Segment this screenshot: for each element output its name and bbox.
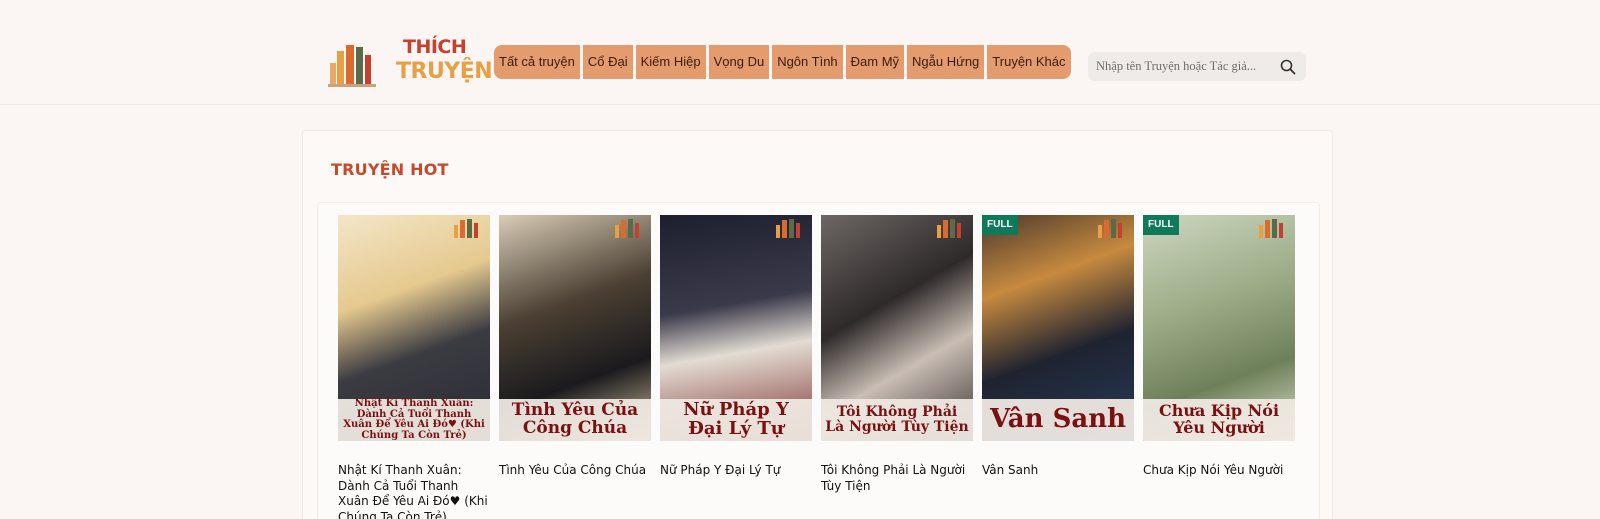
story-title[interactable]: Chưa Kịp Nói Yêu Người	[1143, 463, 1295, 479]
site-logo[interactable]: THÍCH TRUYỆN	[328, 35, 493, 93]
story-card[interactable]: Nhật Kí Thanh Xuân: Dành Cả Tuổi Thanh X…	[338, 215, 490, 519]
story-card[interactable]: FULL Chưa Kịp Nói Yêu Người Chưa Kịp Nói…	[1143, 215, 1295, 479]
story-card[interactable]: FULL Vân Sanh Vân Sanh	[982, 215, 1134, 479]
cover-title: Chưa Kịp Nói Yêu Người	[1143, 399, 1295, 441]
hot-stories-panel: TRUYỆN HOT Nhật Kí Thanh Xuân: Dành Cả T…	[302, 130, 1333, 519]
story-card[interactable]: Nữ Pháp Y Đại Lý Tự Nữ Pháp Y Đại Lý Tự	[660, 215, 812, 479]
cover-title: Nữ Pháp Y Đại Lý Tự	[660, 399, 812, 441]
search-input[interactable]	[1096, 52, 1276, 81]
site-header: THÍCH TRUYỆN Tất cả truyện Cổ Đại Kiếm H…	[0, 0, 1600, 105]
nav-ngau-hung[interactable]: Ngẫu Hứng	[907, 45, 985, 79]
book-stack-icon	[1098, 219, 1122, 238]
story-card[interactable]: Tôi Không Phải Là Người Tùy Tiện Tôi Khô…	[821, 215, 973, 494]
nav-kiem-hiep[interactable]: Kiếm Hiệp	[635, 45, 706, 79]
story-title[interactable]: Vân Sanh	[982, 463, 1134, 479]
search-box	[1088, 52, 1306, 81]
story-cover[interactable]: Tình Yêu Của Công Chúa	[499, 215, 651, 441]
section-title: TRUYỆN HOT	[331, 160, 449, 179]
story-cover[interactable]: Tôi Không Phải Là Người Tùy Tiện	[821, 215, 973, 441]
story-title[interactable]: Tôi Không Phải Là Người Tùy Tiện	[821, 463, 973, 494]
logo-text-line1: THÍCH	[403, 36, 467, 58]
story-title[interactable]: Nhật Kí Thanh Xuân: Dành Cả Tuổi Thanh X…	[338, 463, 490, 519]
story-card[interactable]: Tình Yêu Của Công Chúa Tình Yêu Của Công…	[499, 215, 651, 479]
story-cover[interactable]: Nhật Kí Thanh Xuân: Dành Cả Tuổi Thanh X…	[338, 215, 490, 441]
hot-stories-list: Nhật Kí Thanh Xuân: Dành Cả Tuổi Thanh X…	[317, 202, 1320, 519]
cover-title: Vân Sanh	[982, 399, 1134, 441]
nav-ngon-tinh[interactable]: Ngôn Tình	[772, 45, 843, 79]
book-stack-icon	[937, 219, 961, 238]
full-badge: FULL	[1143, 215, 1179, 235]
story-cover[interactable]: FULL Vân Sanh	[982, 215, 1134, 441]
main-nav: Tất cả truyện Cổ Đại Kiếm Hiệp Vọng Du N…	[494, 45, 1071, 79]
book-stack-icon	[328, 45, 376, 87]
book-stack-icon	[1259, 219, 1283, 238]
nav-co-dai[interactable]: Cổ Đại	[582, 45, 633, 79]
cover-title: Tình Yêu Của Công Chúa	[499, 399, 651, 441]
cover-title: Tôi Không Phải Là Người Tùy Tiện	[821, 399, 973, 441]
nav-truyen-khac[interactable]: Truyện Khác	[987, 45, 1071, 79]
book-stack-icon	[454, 219, 478, 238]
book-stack-icon	[776, 219, 800, 238]
logo-text-line2: TRUYỆN	[396, 59, 493, 84]
book-stack-icon	[615, 219, 639, 238]
nav-vong-du[interactable]: Vọng Du	[708, 45, 770, 79]
nav-dam-my[interactable]: Đam Mỹ	[845, 45, 905, 79]
story-title[interactable]: Nữ Pháp Y Đại Lý Tự	[660, 463, 812, 479]
story-cover[interactable]: Nữ Pháp Y Đại Lý Tự	[660, 215, 812, 441]
cover-title: Nhật Kí Thanh Xuân: Dành Cả Tuổi Thanh X…	[338, 398, 490, 441]
full-badge: FULL	[982, 215, 1018, 235]
nav-all-stories[interactable]: Tất cả truyện	[494, 45, 580, 79]
story-cover[interactable]: FULL Chưa Kịp Nói Yêu Người	[1143, 215, 1295, 441]
story-title[interactable]: Tình Yêu Của Công Chúa	[499, 463, 651, 479]
search-icon[interactable]	[1280, 59, 1296, 75]
